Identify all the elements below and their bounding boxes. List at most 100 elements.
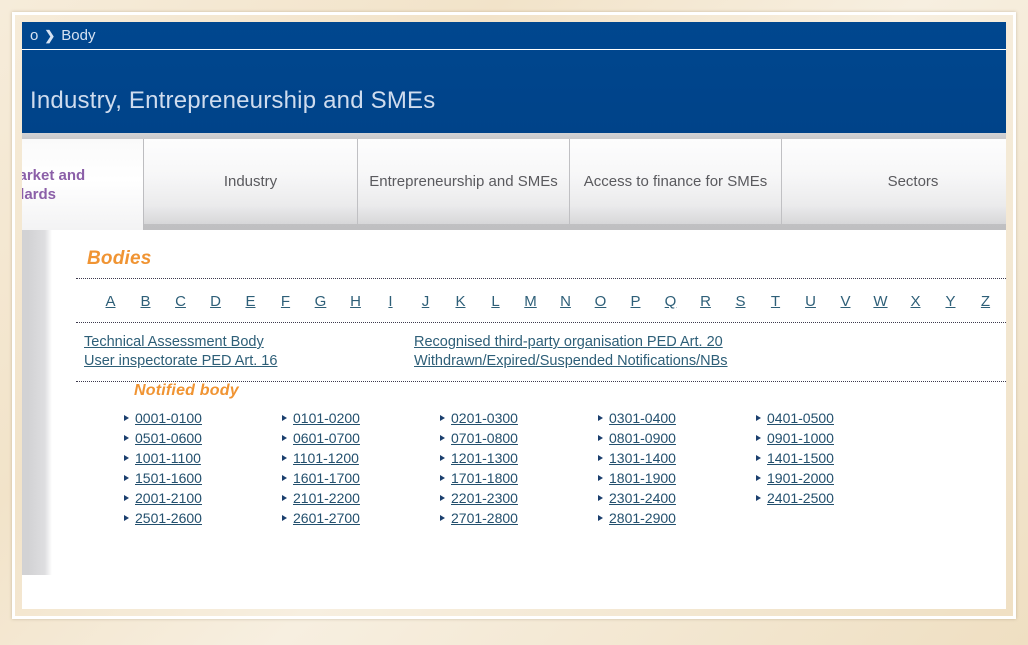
alpha-link-w[interactable]: W bbox=[863, 293, 898, 310]
range-link[interactable]: 2601-2700 bbox=[293, 508, 360, 528]
range-link[interactable]: 0201-0300 bbox=[451, 408, 518, 428]
range-link[interactable]: 0001-0100 bbox=[135, 408, 202, 428]
list-item[interactable]: 2501-2600 bbox=[124, 508, 282, 528]
range-link[interactable]: 2501-2600 bbox=[135, 508, 202, 528]
alpha-link-g[interactable]: G bbox=[303, 293, 338, 310]
tab-label: Industry bbox=[223, 173, 278, 190]
range-link[interactable]: 0601-0700 bbox=[293, 428, 360, 448]
alpha-link-k[interactable]: K bbox=[443, 293, 478, 310]
range-link[interactable]: 0801-0900 bbox=[609, 428, 676, 448]
range-link[interactable]: 1101-1200 bbox=[293, 448, 359, 468]
list-item[interactable]: 1801-1900 bbox=[598, 468, 756, 488]
alpha-link-i[interactable]: I bbox=[373, 293, 408, 310]
alpha-link-d[interactable]: D bbox=[198, 293, 233, 310]
tab-entrepreneurship-and-smes[interactable]: Entrepreneurship and SMEs bbox=[358, 139, 570, 224]
alpha-link-m[interactable]: M bbox=[513, 293, 548, 310]
triangle-bullet-icon bbox=[598, 515, 603, 521]
tab-industry[interactable]: Industry bbox=[144, 139, 358, 224]
list-item[interactable]: 1401-1500 bbox=[756, 448, 914, 468]
range-link[interactable]: 1501-1600 bbox=[135, 468, 202, 488]
alpha-link-n[interactable]: N bbox=[548, 293, 583, 310]
range-link[interactable]: 2801-2900 bbox=[609, 508, 676, 528]
range-link[interactable]: 0101-0200 bbox=[293, 408, 360, 428]
alpha-link-x[interactable]: X bbox=[898, 293, 933, 310]
range-link[interactable]: 0701-0800 bbox=[451, 428, 518, 448]
list-item[interactable]: 0901-1000 bbox=[756, 428, 914, 448]
list-item[interactable]: 0601-0700 bbox=[282, 428, 440, 448]
range-link[interactable]: 2701-2800 bbox=[451, 508, 518, 528]
alpha-link-h[interactable]: H bbox=[338, 293, 373, 310]
range-link[interactable]: 1601-1700 bbox=[293, 468, 360, 488]
alpha-link-j[interactable]: J bbox=[408, 293, 443, 310]
list-item[interactable]: 2801-2900 bbox=[598, 508, 756, 528]
list-item[interactable]: 2701-2800 bbox=[440, 508, 598, 528]
tab-single-market-and-standards[interactable]: Market and ndards bbox=[22, 139, 144, 230]
range-link[interactable]: 1701-1800 bbox=[451, 468, 518, 488]
list-item[interactable]: 0701-0800 bbox=[440, 428, 598, 448]
range-link[interactable]: 1401-1500 bbox=[767, 448, 834, 468]
list-item[interactable]: 1601-1700 bbox=[282, 468, 440, 488]
list-item[interactable]: 1101-1200 bbox=[282, 448, 440, 468]
triangle-bullet-icon bbox=[282, 495, 287, 501]
range-link[interactable]: 2201-2300 bbox=[451, 488, 518, 508]
link-withdrawn-expired-suspended-notifications-nbs[interactable]: Withdrawn/Expired/Suspended Notification… bbox=[414, 352, 744, 371]
alpha-link-f[interactable]: F bbox=[268, 293, 303, 310]
range-link[interactable]: 0501-0600 bbox=[135, 428, 202, 448]
list-item[interactable]: 0201-0300 bbox=[440, 408, 598, 428]
alpha-link-a[interactable]: A bbox=[93, 293, 128, 310]
tab-access-to-finance-for-smes[interactable]: Access to finance for SMEs bbox=[570, 139, 782, 224]
range-link[interactable]: 0401-0500 bbox=[767, 408, 834, 428]
breadcrumb[interactable]: o ❯ Body bbox=[22, 22, 1006, 50]
range-link[interactable]: 0301-0400 bbox=[609, 408, 676, 428]
list-item[interactable]: 2001-2100 bbox=[124, 488, 282, 508]
list-item[interactable]: 0301-0400 bbox=[598, 408, 756, 428]
alpha-link-e[interactable]: E bbox=[233, 293, 268, 310]
alpha-link-l[interactable]: L bbox=[478, 293, 513, 310]
range-link[interactable]: 1801-1900 bbox=[609, 468, 676, 488]
range-link[interactable]: 1001-1100 bbox=[135, 448, 201, 468]
list-item[interactable]: 0101-0200 bbox=[282, 408, 440, 428]
link-technical-assessment-body[interactable]: Technical Assessment Body bbox=[84, 333, 414, 352]
list-item[interactable]: 1701-1800 bbox=[440, 468, 598, 488]
alpha-link-y[interactable]: Y bbox=[933, 293, 968, 310]
main-navigation-tabbar: Market and ndards Industry Entrepreneurs… bbox=[22, 133, 1006, 230]
range-link[interactable]: 2301-2400 bbox=[609, 488, 676, 508]
list-item[interactable]: 0501-0600 bbox=[124, 428, 282, 448]
alpha-link-z[interactable]: Z bbox=[968, 293, 1003, 310]
list-item[interactable]: 0401-0500 bbox=[756, 408, 914, 428]
list-item[interactable]: 1301-1400 bbox=[598, 448, 756, 468]
list-item[interactable]: 2601-2700 bbox=[282, 508, 440, 528]
alpha-link-o[interactable]: O bbox=[583, 293, 618, 310]
range-link[interactable]: 0901-1000 bbox=[767, 428, 834, 448]
list-item[interactable]: 1501-1600 bbox=[124, 468, 282, 488]
list-item[interactable]: 2301-2400 bbox=[598, 488, 756, 508]
range-column-3: 0201-0300 0701-0800 1201-1300 1701-1800 … bbox=[440, 408, 598, 528]
list-item[interactable]: 1001-1100 bbox=[124, 448, 282, 468]
list-item[interactable]: 2401-2500 bbox=[756, 488, 914, 508]
list-item[interactable]: 0801-0900 bbox=[598, 428, 756, 448]
alpha-link-s[interactable]: S bbox=[723, 293, 758, 310]
range-link[interactable]: 2101-2200 bbox=[293, 488, 360, 508]
range-link[interactable]: 2001-2100 bbox=[135, 488, 202, 508]
range-link[interactable]: 1301-1400 bbox=[609, 448, 676, 468]
tab-sectors[interactable]: Sectors bbox=[782, 139, 1006, 224]
alpha-link-t[interactable]: T bbox=[758, 293, 793, 310]
alpha-link-v[interactable]: V bbox=[828, 293, 863, 310]
link-recognised-third-party-organisation-ped-art-20[interactable]: Recognised third-party organisation PED … bbox=[414, 333, 744, 352]
breadcrumb-item-parent[interactable]: o bbox=[30, 27, 38, 44]
list-item[interactable]: 0001-0100 bbox=[124, 408, 282, 428]
range-link[interactable]: 1201-1300 bbox=[451, 448, 518, 468]
alpha-link-r[interactable]: R bbox=[688, 293, 723, 310]
list-item[interactable]: 1901-2000 bbox=[756, 468, 914, 488]
alpha-link-c[interactable]: C bbox=[163, 293, 198, 310]
alpha-link-u[interactable]: U bbox=[793, 293, 828, 310]
alpha-link-q[interactable]: Q bbox=[653, 293, 688, 310]
range-link[interactable]: 1901-2000 bbox=[767, 468, 834, 488]
alpha-link-b[interactable]: B bbox=[128, 293, 163, 310]
range-link[interactable]: 2401-2500 bbox=[767, 488, 834, 508]
list-item[interactable]: 2101-2200 bbox=[282, 488, 440, 508]
alpha-link-p[interactable]: P bbox=[618, 293, 653, 310]
list-item[interactable]: 2201-2300 bbox=[440, 488, 598, 508]
link-user-inspectorate-ped-art-16[interactable]: User inspectorate PED Art. 16 bbox=[84, 352, 414, 371]
list-item[interactable]: 1201-1300 bbox=[440, 448, 598, 468]
